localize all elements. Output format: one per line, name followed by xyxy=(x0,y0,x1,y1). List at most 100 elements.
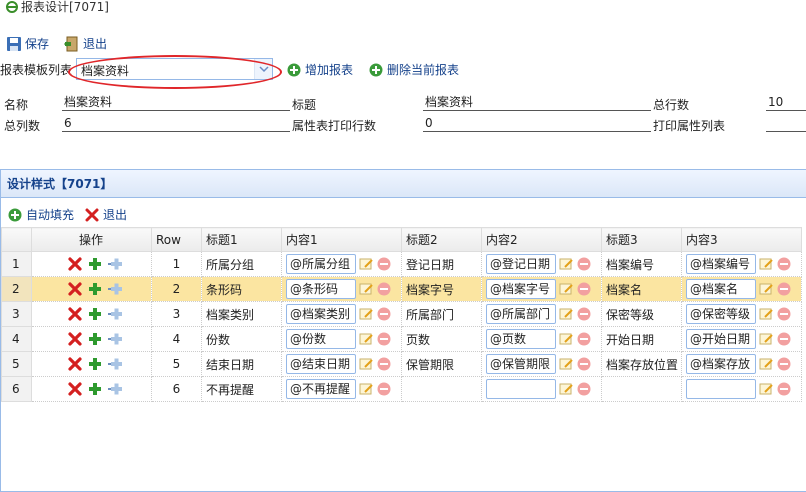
title-cell[interactable]: 保管期限 xyxy=(401,351,482,377)
delete-x-icon[interactable] xyxy=(67,256,83,272)
edit-note-icon[interactable] xyxy=(758,381,774,397)
content-input[interactable]: @档案编号 xyxy=(686,254,756,274)
insert-plus-icon[interactable] xyxy=(107,306,123,322)
remove-minus-icon[interactable] xyxy=(376,281,392,297)
row-index-cell[interactable]: 4 xyxy=(151,326,202,352)
save-button[interactable]: 保存 xyxy=(6,35,49,52)
row-index-cell[interactable]: 5 xyxy=(151,351,202,377)
remove-minus-icon[interactable] xyxy=(776,281,792,297)
title-cell[interactable]: 档案编号 xyxy=(601,251,682,277)
remove-minus-icon[interactable] xyxy=(776,356,792,372)
delete-x-icon[interactable] xyxy=(67,331,83,347)
add-plus-icon[interactable] xyxy=(87,256,103,272)
grid-row[interactable]: 2 2 条形码 @条形码 档案字号 @档案字号 档案名 @档案名 xyxy=(1,276,802,302)
content-input[interactable]: @条形码 xyxy=(286,279,356,299)
add-plus-icon[interactable] xyxy=(87,356,103,372)
add-plus-icon[interactable] xyxy=(87,306,103,322)
grid-row[interactable]: 1 1 所属分组 @所属分组 登记日期 @登记日期 档案编号 @档案编号 xyxy=(1,251,802,277)
auto-fill-button[interactable]: 自动填充 xyxy=(7,206,74,223)
remove-minus-icon[interactable] xyxy=(576,256,592,272)
grid-row[interactable]: 6 6 不再提醒 @不再提醒 xyxy=(1,376,802,402)
edit-note-icon[interactable] xyxy=(358,256,374,272)
total-cols-field[interactable]: 6 xyxy=(62,117,290,132)
title-cell[interactable]: 档案类别 xyxy=(201,301,282,327)
remove-minus-icon[interactable] xyxy=(576,381,592,397)
title-cell[interactable]: 档案存放位置 xyxy=(601,351,682,377)
content-input[interactable]: @所属部门 xyxy=(486,304,556,324)
exit-button[interactable]: 退出 xyxy=(64,35,107,52)
edit-note-icon[interactable] xyxy=(358,356,374,372)
edit-note-icon[interactable] xyxy=(758,256,774,272)
row-index-cell[interactable]: 3 xyxy=(151,301,202,327)
add-plus-icon[interactable] xyxy=(87,331,103,347)
remove-minus-icon[interactable] xyxy=(576,356,592,372)
content-input[interactable] xyxy=(486,379,556,399)
content-input[interactable]: @结束日期 xyxy=(286,354,356,374)
remove-minus-icon[interactable] xyxy=(376,381,392,397)
edit-note-icon[interactable] xyxy=(558,356,574,372)
edit-note-icon[interactable] xyxy=(758,356,774,372)
title-cell[interactable]: 条形码 xyxy=(201,276,282,302)
header-title3[interactable]: 标题3 xyxy=(601,227,682,252)
row-index-cell[interactable]: 6 xyxy=(151,376,202,402)
grid-row[interactable]: 4 4 份数 @份数 页数 @页数 开始日期 @开始日期 xyxy=(1,326,802,352)
header-row[interactable]: Row xyxy=(151,227,202,252)
edit-note-icon[interactable] xyxy=(358,381,374,397)
content-input[interactable]: @开始日期 xyxy=(686,329,756,349)
content-input[interactable]: @保管期限 xyxy=(486,354,556,374)
title-cell[interactable]: 所属部门 xyxy=(401,301,482,327)
remove-minus-icon[interactable] xyxy=(376,306,392,322)
insert-plus-icon[interactable] xyxy=(107,381,123,397)
panel-exit-button[interactable]: 退出 xyxy=(84,206,127,223)
content-input[interactable]: @档案名 xyxy=(686,279,756,299)
title-cell[interactable]: 份数 xyxy=(201,326,282,352)
edit-note-icon[interactable] xyxy=(758,281,774,297)
remove-minus-icon[interactable] xyxy=(376,356,392,372)
title-cell[interactable]: 不再提醒 xyxy=(201,376,282,402)
delete-report-button[interactable]: 删除当前报表 xyxy=(368,61,459,78)
title-cell[interactable]: 页数 xyxy=(401,326,482,352)
header-content2[interactable]: 内容2 xyxy=(481,227,602,252)
grid-row[interactable]: 5 5 结束日期 @结束日期 保管期限 @保管期限 档案存放位置 @档案存放 xyxy=(1,351,802,377)
delete-x-icon[interactable] xyxy=(67,306,83,322)
content-input[interactable]: @档案字号 xyxy=(486,279,556,299)
content-input[interactable]: @保密等级 xyxy=(686,304,756,324)
content-input[interactable]: @所属分组 xyxy=(286,254,356,274)
remove-minus-icon[interactable] xyxy=(376,331,392,347)
title-cell[interactable]: 档案字号 xyxy=(401,276,482,302)
title-cell[interactable]: 所属分组 xyxy=(201,251,282,277)
content-input[interactable]: @档案类别 xyxy=(286,304,356,324)
content-input[interactable]: @份数 xyxy=(286,329,356,349)
header-ops[interactable]: 操作 xyxy=(31,227,152,252)
edit-note-icon[interactable] xyxy=(558,331,574,347)
edit-note-icon[interactable] xyxy=(358,331,374,347)
content-input[interactable]: @页数 xyxy=(486,329,556,349)
title-cell[interactable] xyxy=(601,376,682,402)
title-cell[interactable]: 档案名 xyxy=(601,276,682,302)
delete-x-icon[interactable] xyxy=(67,381,83,397)
remove-minus-icon[interactable] xyxy=(776,381,792,397)
remove-minus-icon[interactable] xyxy=(376,256,392,272)
remove-minus-icon[interactable] xyxy=(576,331,592,347)
attr-print-rows-field[interactable]: 0 xyxy=(423,117,651,132)
remove-minus-icon[interactable] xyxy=(776,306,792,322)
title-cell[interactable]: 登记日期 xyxy=(401,251,482,277)
remove-minus-icon[interactable] xyxy=(576,281,592,297)
delete-x-icon[interactable] xyxy=(67,281,83,297)
row-index-cell[interactable]: 2 xyxy=(151,276,202,302)
remove-minus-icon[interactable] xyxy=(776,256,792,272)
content-input[interactable]: @登记日期 xyxy=(486,254,556,274)
attr-print-cols-field[interactable] xyxy=(766,117,806,132)
title-cell[interactable]: 开始日期 xyxy=(601,326,682,352)
header-content1[interactable]: 内容1 xyxy=(281,227,402,252)
header-title2[interactable]: 标题2 xyxy=(401,227,482,252)
insert-plus-icon[interactable] xyxy=(107,331,123,347)
add-report-button[interactable]: 增加报表 xyxy=(286,61,353,78)
edit-note-icon[interactable] xyxy=(758,306,774,322)
edit-note-icon[interactable] xyxy=(558,256,574,272)
content-input[interactable]: @不再提醒 xyxy=(286,379,356,399)
row-index-cell[interactable]: 1 xyxy=(151,251,202,277)
grid-row[interactable]: 3 3 档案类别 @档案类别 所属部门 @所属部门 保密等级 @保密等级 xyxy=(1,301,802,327)
edit-note-icon[interactable] xyxy=(758,331,774,347)
name-field[interactable]: 档案资料 xyxy=(62,96,290,111)
